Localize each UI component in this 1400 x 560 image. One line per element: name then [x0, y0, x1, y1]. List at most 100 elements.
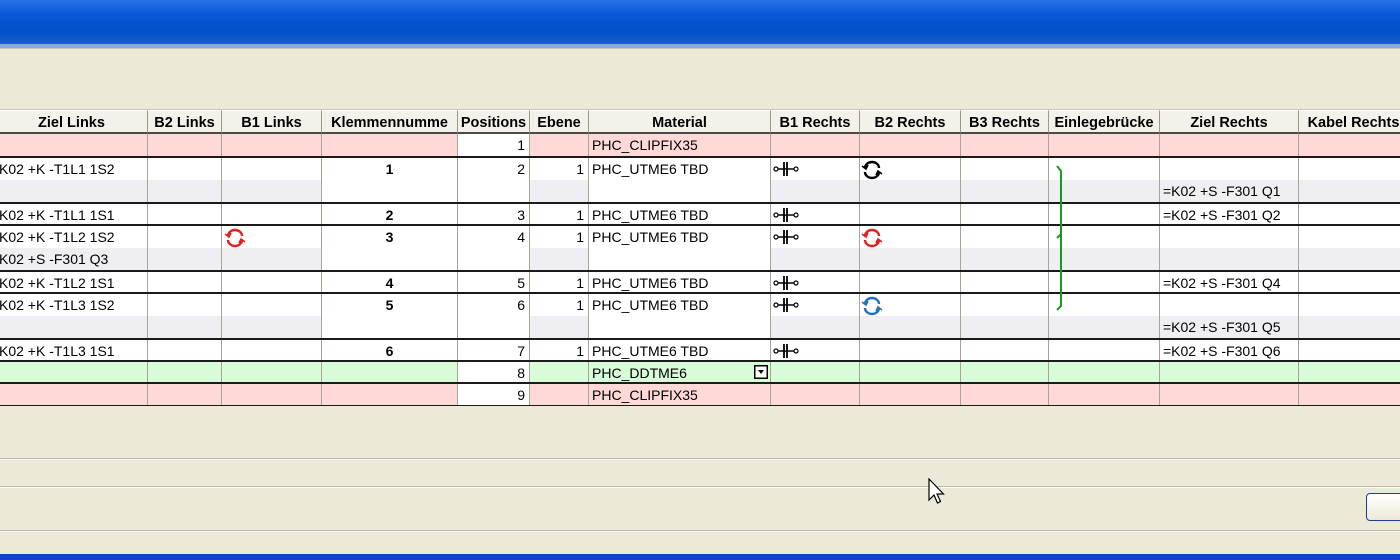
cell-material[interactable]: PHC_UTME6 TBD [589, 158, 771, 202]
cell-b3-rechts[interactable] [961, 340, 1049, 360]
cell-position[interactable]: 7 [458, 340, 530, 360]
cell-position[interactable]: 1 [458, 134, 530, 156]
cell-klemme[interactable] [322, 134, 458, 156]
column-header[interactable]: Material [589, 110, 771, 134]
cell-ebene[interactable]: 1 [530, 340, 589, 360]
cell-ziel-rechts[interactable] [1160, 134, 1299, 156]
cell-klemme[interactable]: 1 [322, 158, 458, 202]
cell-b2-links[interactable] [148, 362, 222, 382]
cell-ziel-rechts[interactable]: =K02 +S -F301 Q1 [1160, 158, 1299, 202]
cell-b2-links[interactable] [148, 272, 222, 292]
column-header[interactable]: Kabel Rechts [1299, 110, 1400, 134]
cell-b1-links[interactable] [222, 384, 322, 405]
cell-position[interactable]: 5 [458, 272, 530, 292]
cell-ziel-rechts[interactable]: =K02 +S -F301 Q4 [1160, 272, 1299, 292]
cell-b3-rechts[interactable] [961, 158, 1049, 202]
accessory-row[interactable]: 1 PHC_CLIPFIX35 [0, 134, 1400, 158]
cell-kabel[interactable] [1299, 158, 1400, 202]
cell-b2-links[interactable] [148, 204, 222, 224]
cell-bruecke[interactable] [1049, 340, 1160, 360]
cell-b1-rechts[interactable] [771, 340, 860, 360]
cell-ziel-rechts[interactable] [1160, 384, 1299, 405]
cell-ziel-rechts[interactable]: =K02 +S -F301 Q2 [1160, 204, 1299, 224]
column-header[interactable]: B3 Rechts [961, 110, 1049, 134]
column-header[interactable]: B2 Rechts [860, 110, 961, 134]
cell-ebene[interactable]: 1 [530, 226, 589, 270]
cell-material[interactable]: PHC_CLIPFIX35 [589, 134, 771, 156]
cell-ziel-rechts[interactable]: =K02 +S -F301 Q5 [1160, 294, 1299, 338]
end-plate-row[interactable]: 8 PHC_DDTME6 [0, 362, 1400, 384]
terminal-row[interactable]: K02 +K -T1L2 1S2 K02 +S -F301 Q3 3 4 1 PHC_UT… [0, 226, 1400, 272]
cell-klemme[interactable]: 4 [322, 272, 458, 292]
cell-position[interactable]: 9 [458, 384, 530, 405]
cell-klemme[interactable]: 5 [322, 294, 458, 338]
cell-ziel-links[interactable]: K02 +K -T1L2 1S1 [0, 272, 148, 292]
cell-ebene[interactable] [530, 362, 589, 382]
column-header[interactable]: Ziel Rechts [1160, 110, 1299, 134]
column-header[interactable]: Einlegebrücke [1049, 110, 1160, 134]
cell-klemme[interactable]: 3 [322, 226, 458, 270]
cell-kabel[interactable] [1299, 272, 1400, 292]
column-header[interactable]: B1 Links [222, 110, 322, 134]
cell-b1-links[interactable] [222, 294, 322, 338]
cell-ziel-links[interactable]: K02 +K -T1L1 1S2 [0, 158, 148, 202]
cell-b2-rechts[interactable] [860, 272, 961, 292]
cell-ebene[interactable]: 1 [530, 272, 589, 292]
cell-b1-rechts[interactable] [771, 362, 860, 382]
cell-b3-rechts[interactable] [961, 204, 1049, 224]
cell-bruecke[interactable] [1049, 134, 1160, 156]
cell-klemme[interactable]: 6 [322, 340, 458, 360]
terminal-grid[interactable]: Ziel Links B2 Links B1 Links Klemmennumme Po… [0, 110, 1400, 406]
column-header[interactable]: B2 Links [148, 110, 222, 134]
cell-position[interactable]: 2 [458, 158, 530, 202]
cell-b2-rechts[interactable] [860, 362, 961, 382]
cell-ziel-rechts[interactable]: =K02 +S -F301 Q6 [1160, 340, 1299, 360]
terminal-row[interactable]: K02 +K -T1L3 1S2 5 6 1 PHC_UTME6 TBD =K02 +S … [0, 294, 1400, 340]
cell-ebene[interactable]: 1 [530, 294, 589, 338]
cell-b2-links[interactable] [148, 158, 222, 202]
cell-b1-links[interactable] [222, 340, 322, 360]
cell-b1-rechts[interactable] [771, 272, 860, 292]
cell-ziel-links[interactable]: K02 +K -T1L1 1S1 [0, 204, 148, 224]
cell-b1-rechts[interactable] [771, 204, 860, 224]
cell-ziel-links[interactable] [0, 362, 148, 382]
cell-kabel[interactable] [1299, 362, 1400, 382]
cell-ziel-links[interactable]: K02 +K -T1L2 1S2 K02 +S -F301 Q3 [0, 226, 148, 270]
cell-b1-links[interactable] [222, 158, 322, 202]
cell-position[interactable]: 6 [458, 294, 530, 338]
cell-b1-rechts[interactable] [771, 384, 860, 405]
cell-ebene[interactable]: 1 [530, 204, 589, 224]
column-header[interactable]: Ebene [530, 110, 589, 134]
cell-kabel[interactable] [1299, 204, 1400, 224]
cell-position[interactable]: 4 [458, 226, 530, 270]
column-header[interactable]: B1 Rechts [771, 110, 860, 134]
column-header[interactable]: Positions [458, 110, 530, 134]
terminal-row[interactable]: K02 +K -T1L1 1S2 1 2 1 PHC_UTME6 TBD =K02 +S … [0, 158, 1400, 204]
cell-material[interactable]: PHC_UTME6 TBD [589, 226, 771, 270]
cell-position[interactable]: 3 [458, 204, 530, 224]
cell-b1-rechts[interactable] [771, 158, 860, 202]
cell-ziel-links[interactable]: K02 +K -T1L3 1S1 [0, 340, 148, 360]
cell-b1-rechts[interactable] [771, 294, 860, 338]
cell-ziel-links[interactable] [0, 134, 148, 156]
cell-klemme[interactable] [322, 362, 458, 382]
cell-b1-rechts[interactable] [771, 134, 860, 156]
window-title-bar[interactable] [0, 0, 1400, 44]
cell-b3-rechts[interactable] [961, 294, 1049, 338]
terminal-row[interactable]: K02 +K -T1L2 1S1 4 5 1 PHC_UTME6 TBD =K02 +S … [0, 272, 1400, 294]
cell-material[interactable]: PHC_UTME6 TBD [589, 340, 771, 360]
cell-material[interactable]: PHC_UTME6 TBD [589, 204, 771, 224]
terminal-row[interactable]: K02 +K -T1L1 1S1 2 3 1 PHC_UTME6 TBD =K02 +S … [0, 204, 1400, 226]
cell-b3-rechts[interactable] [961, 384, 1049, 405]
cell-b1-links[interactable] [222, 134, 322, 156]
cell-bruecke[interactable] [1049, 362, 1160, 382]
cell-material[interactable]: PHC_CLIPFIX35 [589, 384, 771, 405]
column-header[interactable]: Ziel Links [0, 110, 148, 134]
column-header[interactable]: Klemmennumme [322, 110, 458, 134]
cell-b3-rechts[interactable] [961, 362, 1049, 382]
cell-b2-rechts[interactable] [860, 384, 961, 405]
cell-b1-links[interactable] [222, 362, 322, 382]
cell-b2-links[interactable] [148, 294, 222, 338]
cell-b2-rechts[interactable] [860, 134, 961, 156]
cell-klemme[interactable]: 2 [322, 204, 458, 224]
